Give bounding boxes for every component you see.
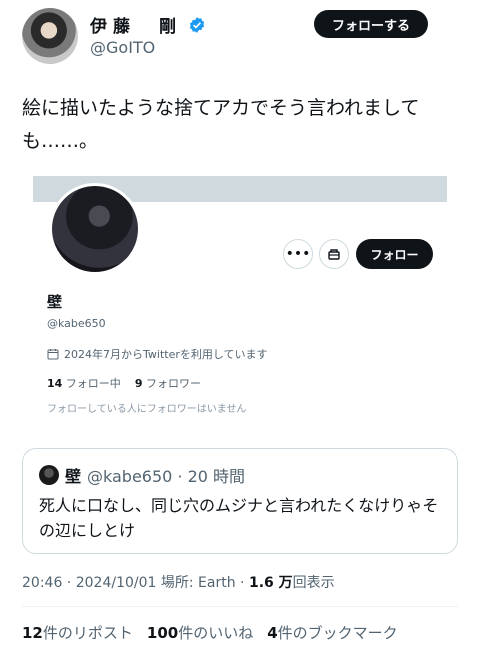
tweet-time[interactable]: 20:46 [22,575,62,591]
profile-following: 14 フォロー中 [47,377,121,390]
quoted-avatar [39,465,59,485]
quoted-name: 壁 [65,467,82,486]
profile-avatar [49,183,141,275]
quoted-tweet[interactable]: 壁 @kabe650 · 20 時間 死人に口なし、同じ穴のムジナと言われたくな… [22,448,458,554]
quoted-meta: @kabe650 · 20 時間 [87,467,246,486]
tweet-date[interactable]: 2024/10/01 [76,575,157,591]
engagement-stats: 12件のリポスト 100件のいいね 4件のブックマーク [22,622,398,643]
tweet-meta: 20:46 · 2024/10/01 場所: Earth · 1.6 万回表示 [22,575,335,591]
profile-stats: 14 フォロー中 9 フォロワー [47,375,201,391]
profile-joined: 2024年7月からTwitterを利用しています [47,346,268,362]
verified-badge-icon [189,16,205,33]
profile-follow-button: フォロー [356,239,433,269]
author-name-row: 伊藤 剛 [90,12,206,37]
profile-handle: @kabe650 [47,317,106,330]
more-icon: ••• [283,239,313,269]
tweet-text: 絵に描いたような捨てアカでそう言われましても……。 [22,97,420,152]
follow-button[interactable]: フォローする [314,10,428,38]
author-name[interactable]: 伊藤 剛 [90,12,182,37]
author-avatar[interactable] [22,8,78,64]
calendar-icon [47,349,59,360]
profile-name: 壁 [47,293,63,311]
likes-stat[interactable]: 100件のいいね [147,622,253,643]
profile-joined-text: 2024年7月からTwitterを利用しています [64,348,268,361]
quoted-tweet-header: 壁 @kabe650 · 20 時間 [39,463,245,487]
views-label: 回表示 [292,575,335,591]
divider [22,606,458,607]
author-handle[interactable]: @GoITO [90,38,155,57]
share-icon [319,239,349,269]
bookmarks-stat[interactable]: 4件のブックマーク [267,622,397,643]
profile-followers: 9 フォロワー [134,377,201,390]
views-count: 1.6 万 [248,575,293,591]
profile-note: フォローしている人にフォロワーはいません [47,404,247,414]
reposts-stat[interactable]: 12件のリポスト [22,622,133,643]
embedded-profile-screenshot: ••• フォロー 壁 @kabe650 2024年7月からTwitterを利用し… [33,176,447,414]
quoted-text: 死人に口なし、同じ穴のムジナと言われたくなけりゃその辺にしとけ [39,496,439,540]
tweet-location: 場所: Earth [160,575,236,591]
